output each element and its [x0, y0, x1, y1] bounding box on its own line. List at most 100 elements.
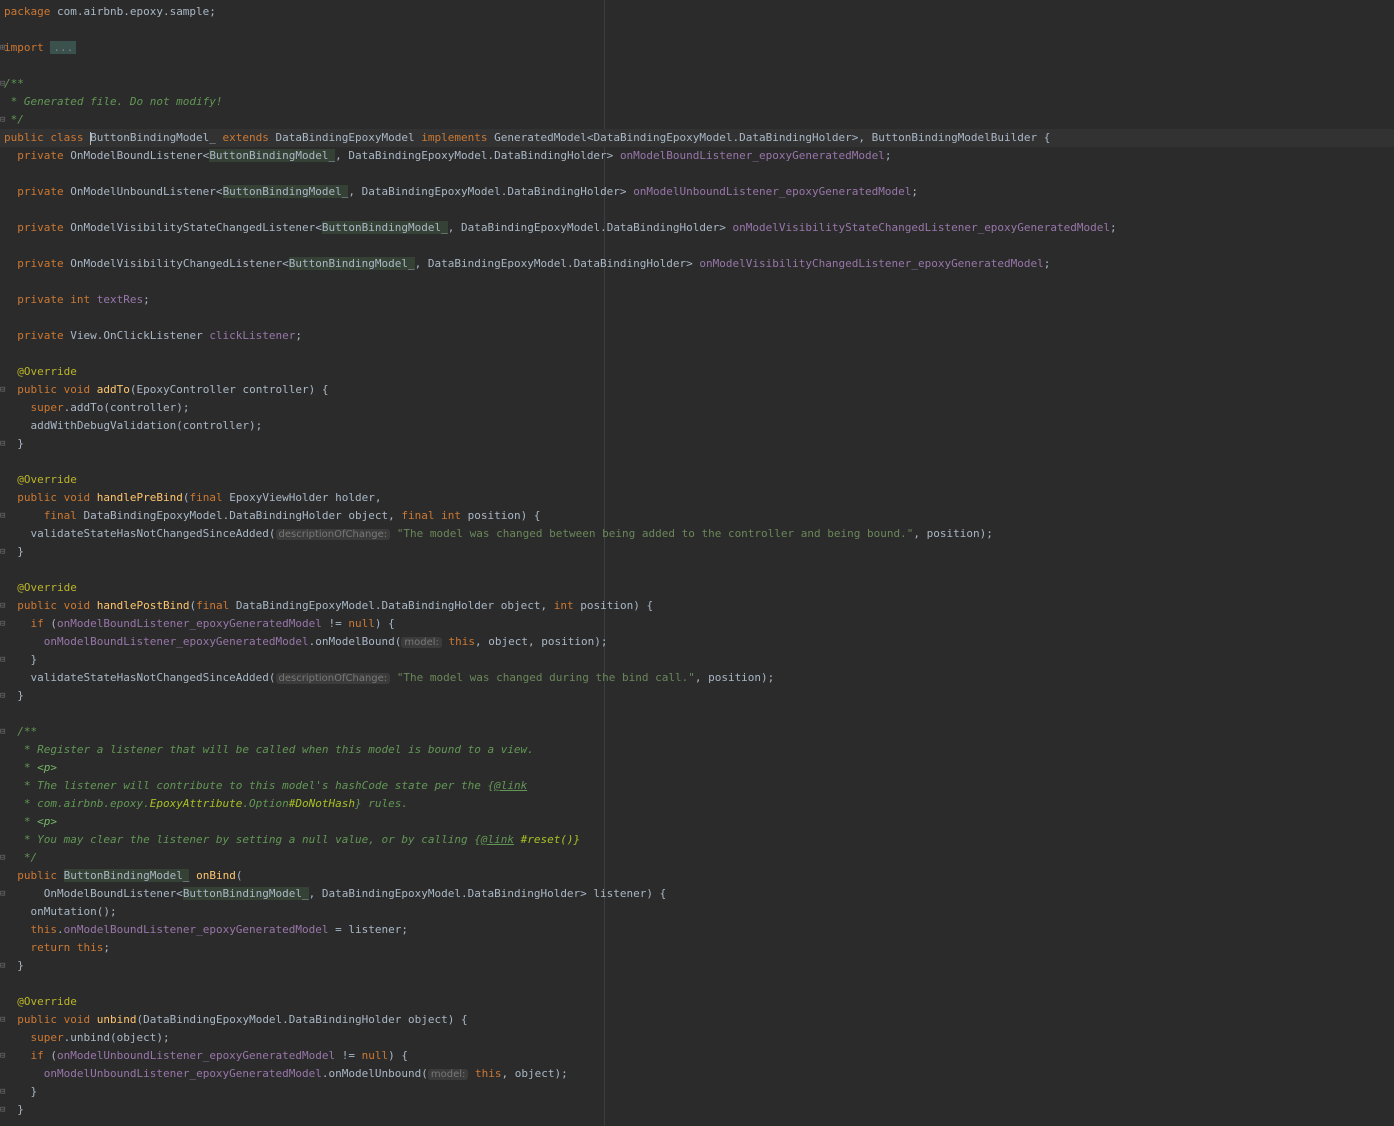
- code-line[interactable]: super.unbind(object);: [0, 1029, 1394, 1047]
- code-line[interactable]: ⊟ */: [0, 849, 1394, 867]
- code-line[interactable]: * You may clear the listener by setting …: [0, 831, 1394, 849]
- code-token: !=: [321, 617, 349, 630]
- code-line[interactable]: ⊟ }: [0, 543, 1394, 561]
- code-line[interactable]: ⊟ }: [0, 687, 1394, 705]
- code-token: * The listener will contribute to this m…: [4, 779, 488, 792]
- code-line[interactable]: package com.airbnb.epoxy.sample;: [0, 3, 1394, 21]
- code-line[interactable]: onModelBoundListener_epoxyGeneratedModel…: [0, 633, 1394, 651]
- code-text: return this;: [4, 939, 110, 957]
- code-line[interactable]: ⊟ }: [0, 957, 1394, 975]
- code-line[interactable]: ⊟ }: [0, 651, 1394, 669]
- code-line[interactable]: [0, 561, 1394, 579]
- code-line[interactable]: ⊟ OnModelBoundListener<ButtonBindingMode…: [0, 885, 1394, 903]
- code-token: private: [17, 185, 71, 198]
- code-line[interactable]: onModelUnboundListener_epoxyGeneratedMod…: [0, 1065, 1394, 1083]
- code-line[interactable]: ⊟ }: [0, 1101, 1394, 1119]
- code-line[interactable]: validateStateHasNotChangedSinceAdded(des…: [0, 669, 1394, 687]
- code-token: ButtonBindingModel_: [288, 257, 415, 270]
- code-line[interactable]: * The listener will contribute to this m…: [0, 777, 1394, 795]
- code-line[interactable]: ⊟/**: [0, 75, 1394, 93]
- code-line[interactable]: * <p>: [0, 759, 1394, 777]
- code-line[interactable]: public ButtonBindingModel_ onBind(: [0, 867, 1394, 885]
- code-token: ;: [143, 293, 150, 306]
- code-line[interactable]: ⊟ final DataBindingEpoxyModel.DataBindin…: [0, 507, 1394, 525]
- code-line[interactable]: ⊟ */: [0, 111, 1394, 129]
- code-line[interactable]: [0, 201, 1394, 219]
- code-line[interactable]: ⊟ public void addTo(EpoxyController cont…: [0, 381, 1394, 399]
- code-line[interactable]: private OnModelBoundListener<ButtonBindi…: [0, 147, 1394, 165]
- code-line[interactable]: public void handlePreBind(final EpoxyVie…: [0, 489, 1394, 507]
- code-token: }: [4, 689, 24, 702]
- code-line[interactable]: [0, 345, 1394, 363]
- code-token: implements: [414, 131, 495, 144]
- code-line[interactable]: private OnModelVisibilityStateChangedLis…: [0, 219, 1394, 237]
- code-line[interactable]: ⊟ }: [0, 1083, 1394, 1101]
- code-token: <p>: [37, 761, 57, 774]
- code-line[interactable]: @Override: [0, 471, 1394, 489]
- code-text: if (onModelUnboundListener_epoxyGenerate…: [4, 1047, 409, 1065]
- code-text: onMutation();: [4, 903, 116, 921]
- code-token: public void: [17, 1013, 97, 1026]
- code-text: OnModelBoundListener<ButtonBindingModel_…: [4, 885, 666, 903]
- code-text: validateStateHasNotChangedSinceAdded(des…: [4, 669, 774, 688]
- code-line[interactable]: [0, 453, 1394, 471]
- code-line[interactable]: this.onModelBoundListener_epoxyGenerated…: [0, 921, 1394, 939]
- code-line[interactable]: * Generated file. Do not modify!: [0, 93, 1394, 111]
- code-text: }: [4, 651, 37, 669]
- code-editor[interactable]: package com.airbnb.epoxy.sample; ⊞ import …: [0, 0, 1394, 1126]
- code-line[interactable]: ⊟ public void handlePostBind(final DataB…: [0, 597, 1394, 615]
- code-token: GeneratedModel<DataBindingEpoxyModel.Dat…: [494, 131, 1051, 144]
- code-token: OnModelVisibilityChangedListener<: [70, 257, 289, 270]
- code-line[interactable]: [0, 309, 1394, 327]
- code-line[interactable]: ⊟ if (onModelBoundListener_epoxyGenerate…: [0, 615, 1394, 633]
- code-line[interactable]: onMutation();: [0, 903, 1394, 921]
- code-token: unbind: [96, 1013, 137, 1026]
- code-line[interactable]: private OnModelVisibilityChangedListener…: [0, 255, 1394, 273]
- code-line[interactable]: [0, 705, 1394, 723]
- code-line[interactable]: validateStateHasNotChangedSinceAdded(des…: [0, 525, 1394, 543]
- code-token: }: [4, 545, 24, 558]
- code-line[interactable]: private OnModelUnboundListener<ButtonBin…: [0, 183, 1394, 201]
- code-line[interactable]: addWithDebugValidation(controller);: [0, 417, 1394, 435]
- code-line[interactable]: [0, 21, 1394, 39]
- code-token: EpoxyViewHolder holder,: [229, 491, 382, 504]
- code-token: * You may clear the listener by setting …: [4, 833, 475, 846]
- code-text: }: [4, 543, 24, 561]
- code-line[interactable]: ⊟ }: [0, 435, 1394, 453]
- code-line[interactable]: * Register a listener that will be calle…: [0, 741, 1394, 759]
- code-token: * Register a listener that will be calle…: [4, 743, 534, 756]
- code-line[interactable]: @Override: [0, 363, 1394, 381]
- code-line[interactable]: [0, 57, 1394, 75]
- code-line[interactable]: super.addTo(controller);: [0, 399, 1394, 417]
- code-line[interactable]: public class ButtonBindingModel_ extends…: [0, 129, 1394, 147]
- code-line[interactable]: @Override: [0, 993, 1394, 1011]
- code-token: ;: [911, 185, 918, 198]
- folded-imports-placeholder[interactable]: ...: [50, 41, 77, 54]
- code-token: OnModelUnboundListener<: [70, 185, 223, 198]
- code-line[interactable]: private int textRes;: [0, 291, 1394, 309]
- code-line[interactable]: ⊟ if (onModelUnboundListener_epoxyGenera…: [0, 1047, 1394, 1065]
- code-line[interactable]: ⊟ public void unbind(DataBindingEpoxyMod…: [0, 1011, 1394, 1029]
- code-line[interactable]: [0, 273, 1394, 291]
- code-token: *: [4, 761, 38, 774]
- code-token: {: [474, 833, 481, 846]
- code-token: if: [30, 617, 51, 630]
- code-line[interactable]: [0, 165, 1394, 183]
- code-line[interactable]: * com.airbnb.epoxy.EpoxyAttribute.Option…: [0, 795, 1394, 813]
- code-line[interactable]: * <p>: [0, 813, 1394, 831]
- code-line[interactable]: ⊞ import ...: [0, 39, 1394, 57]
- code-line[interactable]: @Override: [0, 579, 1394, 597]
- code-token: super: [30, 1031, 64, 1044]
- code-line[interactable]: ⊟ /**: [0, 723, 1394, 741]
- code-line[interactable]: private View.OnClickListener clickListen…: [0, 327, 1394, 345]
- code-line[interactable]: [0, 975, 1394, 993]
- code-line[interactable]: return this;: [0, 939, 1394, 957]
- code-text: /**: [4, 75, 24, 93]
- code-token: ;: [103, 941, 110, 954]
- code-line[interactable]: [0, 237, 1394, 255]
- code-token: handlePostBind: [96, 599, 190, 612]
